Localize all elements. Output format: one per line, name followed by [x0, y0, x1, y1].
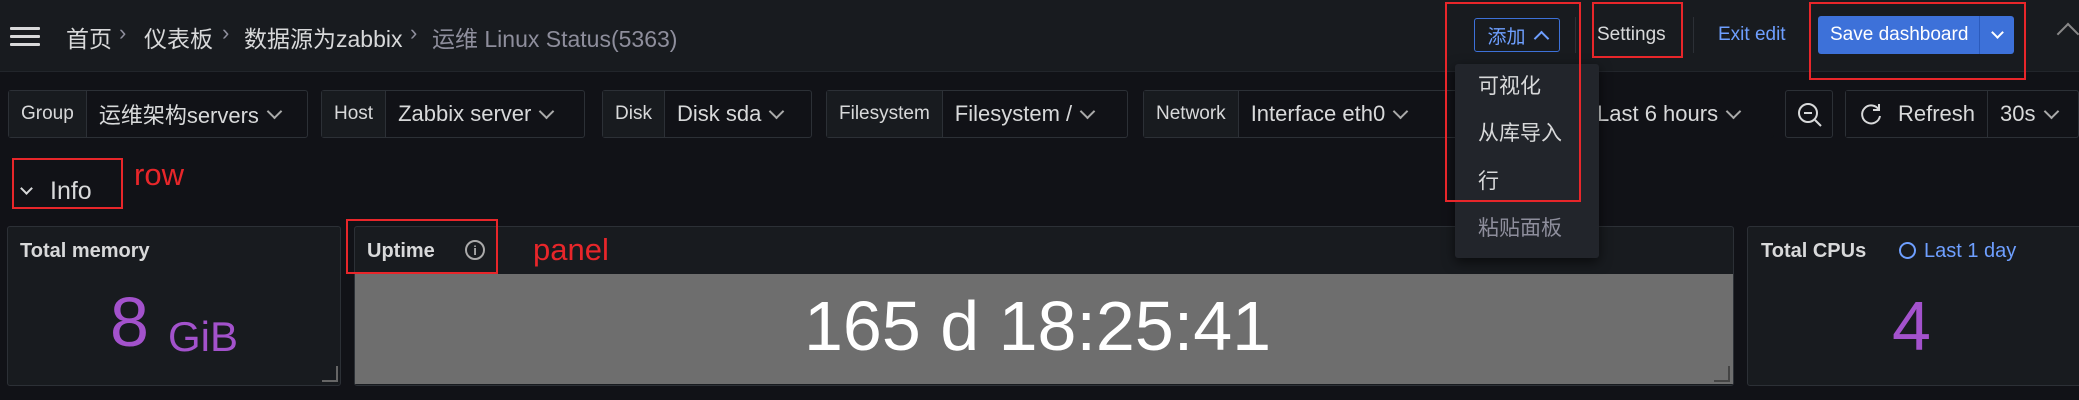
stat-value: 8 — [110, 283, 149, 361]
refresh-picker[interactable]: Refresh 30s — [1845, 90, 2079, 138]
time-override-label: Last 1 day — [1924, 240, 2017, 262]
chevron-down-icon — [2043, 103, 2059, 119]
time-range-picker[interactable]: Last 6 hours — [1584, 90, 1774, 138]
annotation-label-panel: panel — [533, 232, 609, 267]
stat-unit: GiB — [168, 313, 239, 360]
breadcrumb-current: 运维 Linux Status(5363) — [432, 26, 678, 52]
variable-value: Zabbix server — [398, 101, 532, 126]
clock-icon — [1899, 242, 1916, 259]
variable-label: Host — [322, 91, 387, 137]
chevron-down-icon — [1079, 103, 1096, 119]
chevron-down-icon — [266, 103, 283, 119]
zoom-out-icon — [1798, 103, 1822, 127]
variable-network[interactable]: Network Interface eth0 — [1143, 90, 1458, 138]
panel-resize-handle[interactable] — [1714, 366, 1730, 382]
variable-value: Disk sda — [676, 101, 762, 126]
breadcrumb-dashboards[interactable]: 仪表板 — [144, 20, 213, 54]
menu-hamburger-icon[interactable] — [10, 22, 40, 51]
annotation-box-row — [12, 158, 123, 209]
variable-value: 运维架构servers — [98, 103, 259, 128]
toolbar-divider — [1693, 17, 1694, 53]
variable-group[interactable]: Group 运维架构servers — [8, 90, 308, 138]
menu-item-paste-panel: 粘贴面板 — [1478, 217, 1562, 240]
variable-host[interactable]: Host Zabbix server — [321, 90, 585, 138]
variable-filesystem[interactable]: Filesystem Filesystem / — [826, 90, 1128, 138]
refresh-label: Refresh — [1898, 101, 1976, 126]
stat-value: 4 — [1892, 287, 1931, 365]
breadcrumb-separator-icon: › — [410, 20, 418, 45]
variable-label: Filesystem — [827, 91, 943, 137]
breadcrumb-separator-icon: › — [119, 20, 127, 45]
breadcrumb-home[interactable]: 首页 — [66, 20, 112, 54]
variable-label: Network — [1144, 91, 1239, 137]
panel-resize-handle[interactable] — [322, 366, 338, 382]
annotation-label-row: row — [134, 157, 184, 192]
chevron-down-icon — [1725, 103, 1742, 119]
stat-value: 165 d 18:25:41 — [804, 287, 1272, 365]
variable-disk[interactable]: Disk Disk sda — [602, 90, 812, 138]
zoom-out-button[interactable] — [1785, 90, 1833, 138]
refresh-icon — [1861, 104, 1881, 125]
annotation-box-settings — [1592, 2, 1683, 58]
chevron-down-icon — [539, 103, 555, 119]
refresh-button[interactable]: Refresh — [1846, 91, 1989, 137]
panel-title: Total memory — [20, 240, 150, 262]
chevron-down-icon — [769, 103, 785, 119]
annotation-box-add-menu — [1445, 2, 1581, 202]
refresh-interval: 30s — [2000, 101, 2036, 126]
variable-label: Disk — [603, 91, 665, 137]
annotation-box-panel — [346, 219, 498, 274]
breadcrumb-folder[interactable]: 数据源为zabbix — [244, 20, 402, 54]
annotation-box-save — [1809, 2, 2026, 80]
variable-label: Group — [9, 91, 87, 137]
variable-value: Interface eth0 — [1250, 101, 1386, 126]
panel-title: Total CPUs — [1761, 240, 1867, 262]
chevron-down-icon — [1392, 103, 1409, 119]
breadcrumb-separator-icon: › — [222, 20, 230, 45]
exit-edit-button[interactable]: Exit edit — [1718, 24, 1786, 46]
time-range-label: Last 6 hours — [1597, 101, 1719, 126]
variable-value: Filesystem / — [954, 101, 1073, 126]
